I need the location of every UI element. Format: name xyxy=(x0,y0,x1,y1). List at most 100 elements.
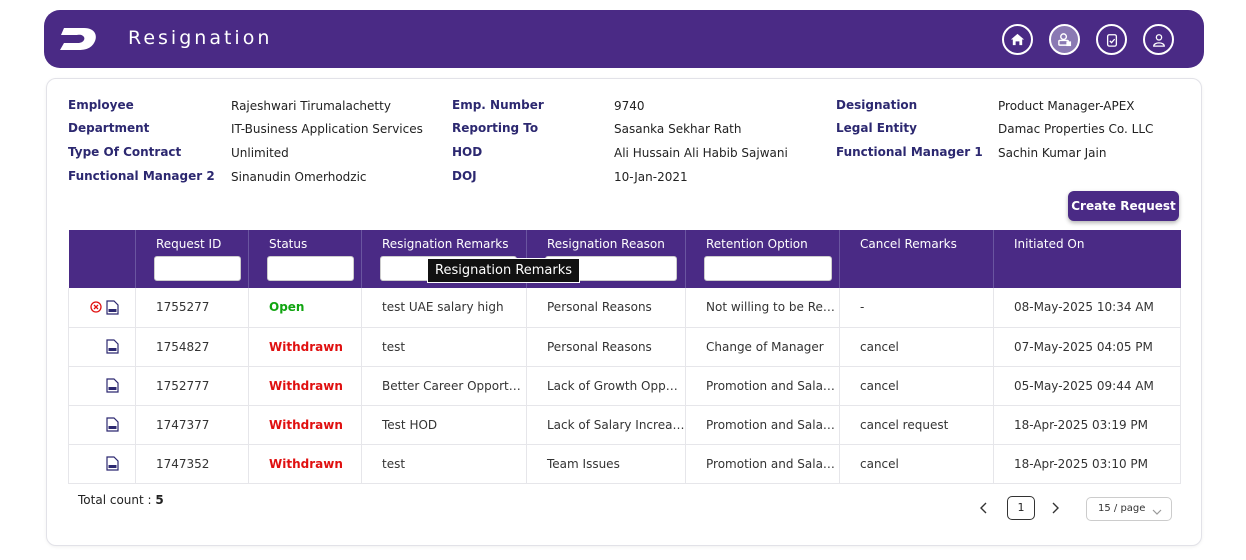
remarks-cell: test xyxy=(361,327,527,367)
remarks-cell: test xyxy=(361,444,527,484)
next-page-icon[interactable] xyxy=(1049,502,1061,514)
current-page-button[interactable]: 1 xyxy=(1007,496,1035,520)
col-retention-option: Retention Option xyxy=(685,230,840,288)
employee-value: Rajeshwari Tirumalachetty xyxy=(231,99,391,113)
emp-number-label: Emp. Number xyxy=(452,98,544,112)
doj-value: 10-Jan-2021 xyxy=(614,170,688,184)
table-row: 1747377 Withdrawn Test HOD Lack of Salar… xyxy=(68,405,1181,445)
row-actions xyxy=(68,405,136,445)
total-count: Total count : 5 xyxy=(78,493,164,507)
request-id-cell: 1755277 xyxy=(135,288,249,328)
status-cell: Withdrawn xyxy=(248,444,362,484)
pdf-icon[interactable] xyxy=(106,300,119,315)
functional-manager-2-label: Functional Manager 2 xyxy=(68,169,215,183)
retention-cell: Promotion and Salary Increase xyxy=(685,444,840,484)
reason-cell: Team Issues xyxy=(526,444,686,484)
clipboard-icon[interactable] xyxy=(1096,24,1127,55)
hod-value: Ali Hussain Ali Habib Sajwani xyxy=(614,146,788,160)
functional-manager-2-value: Sinanudin Omerhodzic xyxy=(231,170,367,184)
initiated-on-cell: 07-May-2025 04:05 PM xyxy=(993,327,1181,367)
home-icon[interactable] xyxy=(1002,24,1033,55)
designation-label: Designation xyxy=(836,98,918,112)
request-id-cell: 1747352 xyxy=(135,444,249,484)
request-id-cell: 1747377 xyxy=(135,405,249,445)
col-cancel-remarks: Cancel Remarks xyxy=(839,230,994,288)
row-actions xyxy=(68,327,136,367)
cancel-remarks-cell: cancel xyxy=(839,444,994,484)
retention-cell: Promotion and Salary Increase xyxy=(685,366,840,406)
initiated-on-cell: 18-Apr-2025 03:19 PM xyxy=(993,405,1181,445)
department-label: Department xyxy=(68,121,150,135)
table-row: 1755277 Open test UAE salary high Person… xyxy=(68,288,1181,328)
status-cell: Withdrawn xyxy=(248,405,362,445)
page-title: Resignation xyxy=(128,27,273,49)
table-header-row: Request ID Status Resignation Remarks Re… xyxy=(68,230,1181,288)
cancel-remarks-cell: cancel xyxy=(839,366,994,406)
reporting-to-value: Sasanka Sekhar Rath xyxy=(614,122,742,136)
page-size-select[interactable]: 15 / page xyxy=(1086,497,1172,521)
designation-value: Product Manager-APEX xyxy=(998,99,1135,113)
pdf-icon[interactable] xyxy=(106,339,119,354)
pdf-icon[interactable] xyxy=(106,456,119,471)
cancel-remarks-cell: cancel xyxy=(839,327,994,367)
create-request-button[interactable]: Create Request xyxy=(1068,191,1179,221)
prev-page-icon[interactable] xyxy=(978,502,990,514)
row-actions xyxy=(68,288,136,328)
initiated-on-cell: 18-Apr-2025 03:10 PM xyxy=(993,444,1181,484)
col-status: Status xyxy=(248,230,362,288)
cancel-icon[interactable] xyxy=(90,301,102,313)
table-row: 1754827 Withdrawn test Personal Reasons … xyxy=(68,327,1181,367)
page-size-value: 15 / page xyxy=(1098,503,1146,514)
status-filter-input[interactable] xyxy=(267,256,354,281)
functional-manager-1-value: Sachin Kumar Jain xyxy=(998,146,1107,160)
initiated-on-cell: 05-May-2025 09:44 AM xyxy=(993,366,1181,406)
user-badge-icon[interactable] xyxy=(1049,24,1080,55)
reporting-to-label: Reporting To xyxy=(452,121,539,135)
pdf-icon[interactable] xyxy=(106,378,119,393)
app-header: Resignation xyxy=(44,10,1204,68)
table-row: 1747352 Withdrawn test Team Issues Promo… xyxy=(68,444,1181,484)
legal-entity-value: Damac Properties Co. LLC xyxy=(998,122,1154,136)
request-id-cell: 1752777 xyxy=(135,366,249,406)
table-row: 1752777 Withdrawn Better Career Opportun… xyxy=(68,366,1181,406)
reason-cell: Personal Reasons xyxy=(526,327,686,367)
pdf-icon[interactable] xyxy=(106,417,119,432)
department-value: IT-Business Application Services xyxy=(231,122,423,136)
cancel-remarks-cell: - xyxy=(839,288,994,328)
contract-type-label: Type Of Contract xyxy=(68,145,182,159)
functional-manager-1-label: Functional Manager 1 xyxy=(836,145,983,159)
employee-label: Employee xyxy=(68,98,134,112)
remarks-cell: Test HOD xyxy=(361,405,527,445)
col-initiated-on: Initiated On xyxy=(993,230,1181,288)
company-logo xyxy=(60,28,96,50)
remarks-cell: test UAE salary high xyxy=(361,288,527,328)
status-cell: Withdrawn xyxy=(248,327,362,367)
col-actions xyxy=(68,230,136,288)
legal-entity-label: Legal Entity xyxy=(836,121,917,135)
reason-cell: Lack of Salary Increase xyxy=(526,405,686,445)
retention-cell: Promotion and Salary Increase xyxy=(685,405,840,445)
retention-cell: Not willing to be Retained xyxy=(685,288,840,328)
initiated-on-cell: 08-May-2025 10:34 AM xyxy=(993,288,1181,328)
profile-icon[interactable] xyxy=(1143,24,1174,55)
status-cell: Open xyxy=(248,288,362,328)
request-id-cell: 1754827 xyxy=(135,327,249,367)
hod-label: HOD xyxy=(452,145,483,159)
resignation-requests-table: Request ID Status Resignation Remarks Re… xyxy=(68,230,1181,484)
row-actions xyxy=(68,366,136,406)
row-actions xyxy=(68,444,136,484)
emp-number-value: 9740 xyxy=(614,99,645,113)
status-cell: Withdrawn xyxy=(248,366,362,406)
remarks-cell: Better Career Opportunity xyxy=(361,366,527,406)
request-id-filter-input[interactable] xyxy=(154,256,241,281)
cancel-remarks-cell: cancel request xyxy=(839,405,994,445)
contract-type-value: Unlimited xyxy=(231,146,289,160)
total-count-value: 5 xyxy=(155,493,164,507)
retention-cell: Change of Manager xyxy=(685,327,840,367)
chevron-down-icon xyxy=(1152,509,1162,515)
total-count-label: Total count : xyxy=(78,493,152,507)
reason-cell: Lack of Growth Opportunity xyxy=(526,366,686,406)
col-request-id: Request ID xyxy=(135,230,249,288)
column-tooltip: Resignation Remarks xyxy=(427,258,581,283)
retention-filter-input[interactable] xyxy=(704,256,832,281)
